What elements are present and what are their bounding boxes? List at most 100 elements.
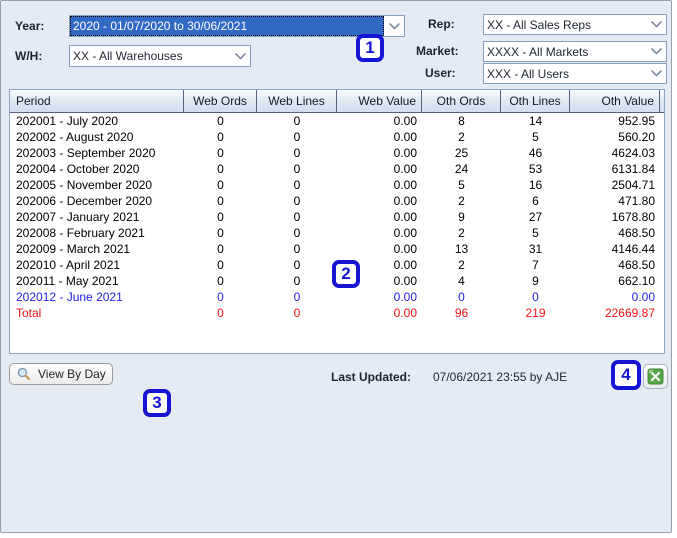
table-row[interactable]: 202009 - March 2021000.0013314146.44 bbox=[10, 241, 664, 257]
cell-oth-value: 2504.71 bbox=[570, 177, 660, 193]
cell-spacer bbox=[660, 289, 664, 305]
cell-web-value: 0.00 bbox=[337, 113, 422, 129]
warehouse-dropdown[interactable]: XX - All Warehouses bbox=[69, 45, 251, 67]
cell-period: 202009 - March 2021 bbox=[10, 241, 184, 257]
market-dropdown-value: XXXX - All Markets bbox=[484, 42, 646, 61]
cell-spacer bbox=[660, 193, 664, 209]
column-header-oth-lines[interactable]: Oth Lines bbox=[501, 90, 570, 112]
cell-web-value: 0.00 bbox=[337, 241, 422, 257]
cell-oth-ords: 2 bbox=[422, 129, 501, 145]
export-to-excel-button[interactable] bbox=[643, 364, 668, 389]
cell-oth-value: 1678.80 bbox=[570, 209, 660, 225]
cell-web-ords: 0 bbox=[184, 145, 257, 161]
cell-web-value: 0.00 bbox=[337, 305, 422, 321]
cell-period: 202008 - February 2021 bbox=[10, 225, 184, 241]
cell-oth-ords: 8 bbox=[422, 113, 501, 129]
cell-period: 202011 - May 2021 bbox=[10, 273, 184, 289]
cell-oth-lines: 46 bbox=[501, 145, 570, 161]
year-dropdown[interactable]: 2020 - 01/07/2020 to 30/06/2021 bbox=[69, 15, 405, 37]
cell-web-ords: 0 bbox=[184, 161, 257, 177]
cell-oth-value: 0.00 bbox=[570, 289, 660, 305]
cell-oth-lines: 53 bbox=[501, 161, 570, 177]
cell-oth-lines: 14 bbox=[501, 113, 570, 129]
column-header-period[interactable]: Period bbox=[10, 90, 184, 112]
cell-oth-value: 662.10 bbox=[570, 273, 660, 289]
cell-web-lines: 0 bbox=[257, 161, 337, 177]
cell-oth-value: 6131.84 bbox=[570, 161, 660, 177]
column-header-oth-value[interactable]: Oth Value bbox=[570, 90, 660, 112]
warehouse-dropdown-value: XX - All Warehouses bbox=[70, 46, 230, 66]
cell-oth-ords: 2 bbox=[422, 225, 501, 241]
column-header-web-ords[interactable]: Web Ords bbox=[184, 90, 257, 112]
table-row[interactable]: 202006 - December 2020000.0026471.80 bbox=[10, 193, 664, 209]
cell-web-lines: 0 bbox=[257, 241, 337, 257]
cell-oth-ords: 0 bbox=[422, 289, 501, 305]
column-header-web-value[interactable]: Web Value bbox=[337, 90, 422, 112]
cell-spacer bbox=[660, 305, 664, 321]
cell-oth-ords: 96 bbox=[422, 305, 501, 321]
cell-spacer bbox=[660, 129, 664, 145]
chevron-down-icon[interactable] bbox=[646, 15, 666, 34]
market-dropdown[interactable]: XXXX - All Markets bbox=[483, 41, 667, 62]
cell-spacer bbox=[660, 225, 664, 241]
rep-dropdown-value: XX - All Sales Reps bbox=[484, 15, 646, 34]
table-row[interactable]: 202008 - February 2021000.0025468.50 bbox=[10, 225, 664, 241]
cell-oth-lines: 6 bbox=[501, 193, 570, 209]
cell-web-lines: 0 bbox=[257, 273, 337, 289]
cell-web-value: 0.00 bbox=[337, 145, 422, 161]
cell-web-lines: 0 bbox=[257, 177, 337, 193]
cell-web-ords: 0 bbox=[184, 129, 257, 145]
cell-oth-ords: 13 bbox=[422, 241, 501, 257]
cell-web-ords: 0 bbox=[184, 273, 257, 289]
chevron-down-icon[interactable] bbox=[646, 42, 666, 61]
table-row[interactable]: 202005 - November 2020000.005162504.71 bbox=[10, 177, 664, 193]
table-row[interactable]: 202012 - June 2021000.00000.00 bbox=[10, 289, 664, 305]
year-label: Year: bbox=[15, 19, 44, 33]
cell-spacer bbox=[660, 273, 664, 289]
cell-spacer bbox=[660, 161, 664, 177]
table-row[interactable]: Total000.009621922669.87 bbox=[10, 305, 664, 321]
table-row[interactable]: 202004 - October 2020000.0024536131.84 bbox=[10, 161, 664, 177]
cell-oth-lines: 7 bbox=[501, 257, 570, 273]
chevron-down-icon[interactable] bbox=[646, 64, 666, 83]
table-row[interactable]: 202003 - September 2020000.0025464624.03 bbox=[10, 145, 664, 161]
cell-spacer bbox=[660, 257, 664, 273]
cell-web-ords: 0 bbox=[184, 241, 257, 257]
table-row[interactable]: 202001 - July 2020000.00814952.95 bbox=[10, 113, 664, 129]
market-label: Market: bbox=[416, 44, 459, 58]
cell-oth-lines: 219 bbox=[501, 305, 570, 321]
cell-web-ords: 0 bbox=[184, 257, 257, 273]
table-row[interactable]: 202002 - August 2020000.0025560.20 bbox=[10, 129, 664, 145]
view-by-day-button[interactable]: View By Day bbox=[9, 363, 113, 385]
chevron-down-icon[interactable] bbox=[384, 16, 404, 36]
table-row[interactable]: 202007 - January 2021000.009271678.80 bbox=[10, 209, 664, 225]
view-by-day-label: View By Day bbox=[38, 367, 106, 381]
cell-oth-lines: 5 bbox=[501, 129, 570, 145]
cell-web-ords: 0 bbox=[184, 289, 257, 305]
chevron-down-icon[interactable] bbox=[230, 46, 250, 66]
cell-web-value: 0.00 bbox=[337, 193, 422, 209]
cell-web-lines: 0 bbox=[257, 289, 337, 305]
cell-oth-ords: 25 bbox=[422, 145, 501, 161]
cell-oth-ords: 2 bbox=[422, 193, 501, 209]
rep-dropdown[interactable]: XX - All Sales Reps bbox=[483, 14, 667, 35]
column-header-oth-ords[interactable]: Oth Ords bbox=[422, 90, 501, 112]
cell-spacer bbox=[660, 113, 664, 129]
user-dropdown[interactable]: XXX - All Users bbox=[483, 63, 667, 84]
table-body: 202001 - July 2020000.00814952.95202002 … bbox=[10, 113, 664, 321]
cell-web-lines: 0 bbox=[257, 225, 337, 241]
callout-4: 4 bbox=[611, 360, 641, 390]
cell-web-ords: 0 bbox=[184, 225, 257, 241]
cell-oth-lines: 5 bbox=[501, 225, 570, 241]
warehouse-label: W/H: bbox=[15, 49, 42, 63]
column-header-web-lines[interactable]: Web Lines bbox=[257, 90, 337, 112]
cell-web-lines: 0 bbox=[257, 257, 337, 273]
cell-web-ords: 0 bbox=[184, 209, 257, 225]
cell-spacer bbox=[660, 145, 664, 161]
period-summary-table: Period Web Ords Web Lines Web Value Oth … bbox=[9, 89, 665, 354]
cell-oth-value: 4146.44 bbox=[570, 241, 660, 257]
cell-web-ords: 0 bbox=[184, 177, 257, 193]
cell-web-ords: 0 bbox=[184, 113, 257, 129]
last-updated-value: 07/06/2021 23:55 by AJE bbox=[433, 370, 567, 384]
cell-oth-value: 952.95 bbox=[570, 113, 660, 129]
